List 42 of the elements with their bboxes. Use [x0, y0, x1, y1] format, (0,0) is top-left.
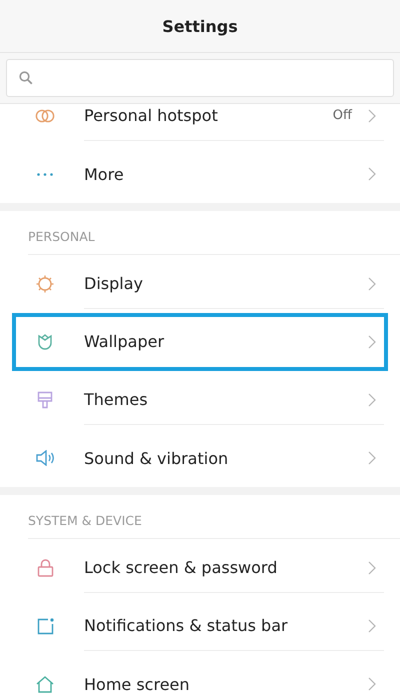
- settings-row[interactable]: Display: [12, 255, 388, 313]
- rings-icon: [35, 109, 55, 123]
- row-label: Display: [84, 274, 144, 293]
- settings-row[interactable]: Lock screen & password: [12, 539, 388, 597]
- chevron-icon: [368, 167, 376, 181]
- row-label: Home screen: [84, 674, 191, 694]
- row-label: Wallpaper: [84, 332, 166, 351]
- settings-row[interactable]: Home screen: [12, 655, 388, 695]
- settings-row[interactable]: Themes: [12, 371, 388, 429]
- home-icon: [36, 676, 54, 692]
- row-label: More: [84, 164, 125, 184]
- notification-icon: [36, 618, 54, 634]
- row-value: Off: [332, 108, 352, 123]
- settings-row[interactable]: Notifications & status bar: [12, 597, 388, 655]
- speaker-icon: [36, 450, 54, 466]
- settings-row[interactable]: More: [12, 145, 388, 203]
- section-header: SYSTEM & DEVICE: [28, 513, 142, 528]
- brush-icon: [37, 391, 53, 409]
- chevron-icon: [368, 108, 376, 122]
- row-label: Personal hotspot: [84, 106, 219, 125]
- settings-row[interactable]: Personal hotspot Off: [12, 104, 388, 145]
- chevron-icon: [368, 451, 376, 465]
- lock-icon: [36, 559, 54, 577]
- row-label: Lock screen & password: [84, 558, 278, 577]
- search-icon: [19, 71, 33, 85]
- row-label: Sound & vibration: [84, 448, 230, 468]
- row-label: Themes: [84, 390, 149, 409]
- more-icon: [37, 172, 53, 176]
- search-field[interactable]: [6, 59, 394, 97]
- chevron-icon: [368, 560, 376, 574]
- chevron-icon: [368, 618, 376, 632]
- chevron-icon: [368, 392, 376, 406]
- chevron-icon: [368, 276, 376, 290]
- chevron-icon: [368, 334, 376, 348]
- row-label: Notifications & status bar: [84, 616, 289, 635]
- screen-title: Settings: [0, 0, 400, 53]
- sun-icon: [36, 275, 54, 293]
- section-header: PERSONAL: [28, 229, 95, 244]
- settings-row[interactable]: Wallpaper: [12, 313, 388, 371]
- settings-row[interactable]: Sound & vibration: [12, 429, 388, 487]
- chevron-icon: [368, 677, 376, 691]
- tulip-icon: [37, 334, 53, 350]
